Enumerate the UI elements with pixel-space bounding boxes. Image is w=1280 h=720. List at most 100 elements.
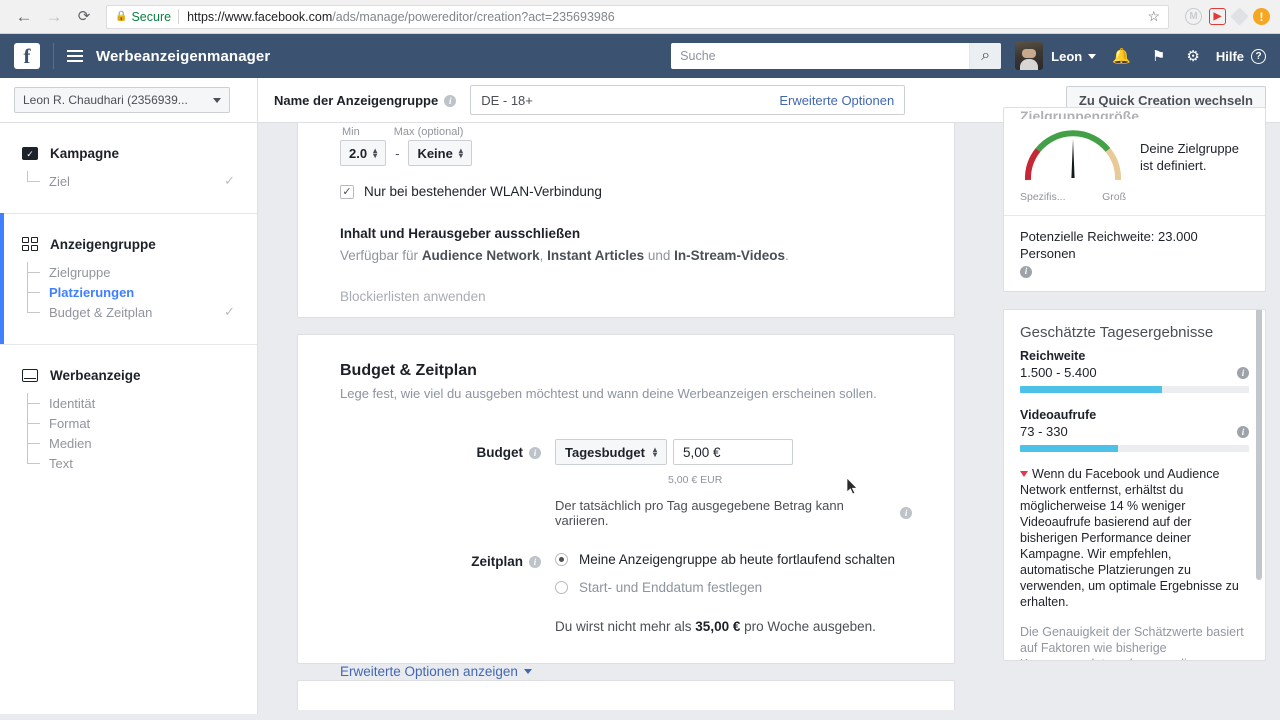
sidebar-item-label: Zielgruppe [49,264,111,280]
min-label: Min [342,126,360,138]
account-name: Leon R. Chaudhari (2356939... [23,93,188,107]
nav-items-werbeanzeige: Identität Format Medien Text [0,393,257,473]
budget-amount-input[interactable]: 5,00 € [672,439,793,465]
browser-toolbar: ← → ⟳ 🔒 Secure https://www.facebook.com /… [0,0,1280,34]
metric-name: Videoaufrufe [1020,408,1097,422]
notifications-bell-icon[interactable]: 🔔 [1112,49,1131,64]
search-input[interactable] [671,49,970,63]
schedule-option-continuous[interactable]: Meine Anzeigengruppe ab heute fortlaufen… [555,552,912,567]
nav-head-werbeanzeige[interactable]: Werbeanzeige [0,367,257,383]
sidebar-item-format[interactable]: Format [27,413,257,433]
stepper-icon: ▴ ▾ [652,445,657,459]
info-icon[interactable]: i [1237,425,1249,438]
metric-bar-fill [1020,386,1162,393]
sidebar-item-identitaet[interactable]: Identität [27,393,257,413]
schedule-option-dates[interactable]: Start- und Enddatum festlegen [555,580,912,595]
sidebar-item-label: Medien [49,435,92,451]
budget-schedule-card: Budget & Zeitplan Lege fest, wie viel du… [297,334,955,679]
audience-status-line-1: Deine Zielgruppe [1140,141,1240,156]
adset-name-label: Name der Anzeigengruppe i [274,93,457,108]
radio-button[interactable] [555,581,568,594]
sidebar-item-label: Budget & Zeitplan [49,304,153,320]
metric-value: 1.500 - 5.400 [1020,365,1097,380]
profile-menu[interactable]: Leon [1015,42,1097,70]
right-panel-scrollbar[interactable] [1256,310,1262,660]
diamond-extension-icon[interactable] [1230,7,1249,26]
schedule-field-label: Zeitplan i [340,552,555,634]
schedule-option-label: Start- und Enddatum festlegen [579,580,763,595]
nav-head-anzeigengruppe[interactable]: Anzeigengruppe [0,236,257,252]
sidebar-item-text[interactable]: Text [27,453,257,473]
facebook-logo[interactable]: f [14,43,40,69]
reload-icon[interactable]: ⟳ [70,3,98,31]
question-mark-icon: ? [1251,48,1266,64]
sidebar-item-budget-zeitplan[interactable]: Budget & Zeitplan ✓ [27,302,257,322]
advanced-options-link[interactable]: Erweiterte Optionen [779,93,894,108]
minmax-labels: Min Max (optional) [340,126,912,138]
m-extension-icon[interactable]: M [1185,8,1202,25]
forward-arrow-icon[interactable]: → [40,3,68,31]
sidebar-item-ziel[interactable]: Ziel ✓ [27,171,257,191]
back-arrow-icon[interactable]: ← [10,3,38,31]
check-icon: ✓ [224,304,235,319]
gauge-label-specific: Spezifis... [1020,191,1066,203]
info-icon[interactable]: i [1237,366,1249,379]
adset-name-input[interactable]: DE - 18+ Erweiterte Optionen [470,85,906,115]
info-icon[interactable]: i [529,447,541,459]
budget-card-title: Budget & Zeitplan [340,362,477,379]
sidebar-item-label: Ziel [49,173,70,189]
address-bar[interactable]: 🔒 Secure https://www.facebook.com/ads/ma… [106,4,1169,29]
budget-field-label: Budget i [340,439,555,528]
audience-gauge-row: Spezifis... Groß Deine Zielgruppe ist de… [1020,128,1249,203]
info-icon[interactable]: i [444,94,457,107]
audience-status-text: Deine Zielgruppe ist definiert. [1140,128,1239,174]
sidebar-item-platzierungen[interactable]: Platzierungen [27,282,257,302]
placements-card: Min Max (optional) 2.0 ▴▾ - Keine ▴▾ ✓ [297,123,955,318]
radio-button[interactable] [555,553,568,566]
metric-bar-track [1020,386,1249,393]
range-dash: - [395,145,400,161]
wifi-only-checkbox-row[interactable]: ✓ Nur bei bestehender WLAN-Verbindung [340,184,912,199]
settings-gear-icon[interactable]: ⚙ [1186,49,1199,64]
estimated-results-title: Geschätzte Tagesergebnisse [1020,324,1214,341]
max-duration-value: Keine [417,145,453,161]
estimates-accuracy-note: Die Genauigkeit der Schätzwerte basiert … [1020,625,1244,660]
metric-reichweite: Reichweite 1.500 - 5.400 i [1020,349,1249,393]
flag-icon[interactable]: ⚑ [1152,49,1165,64]
hamburger-menu-icon[interactable] [67,50,83,62]
audience-size-card: Zielgruppengröße Spezifis... Groß Deine … [1003,107,1266,292]
red-box-extension-icon[interactable]: ▶ [1209,8,1226,25]
budget-variation-note: Der tatsächlich pro Tag ausgegebene Betr… [555,498,912,528]
chevron-down-icon [213,97,221,103]
blocklists-link[interactable]: Blockierlisten anwenden [340,289,912,304]
sidebar-item-medien[interactable]: Medien [27,433,257,453]
audience-size-title: Zielgruppengröße [1020,108,1139,119]
info-icon[interactable]: i [1020,265,1032,278]
wifi-only-checkbox[interactable]: ✓ [340,184,354,199]
nav-group-kampagne: Kampagne Ziel ✓ [0,123,257,213]
account-cell: Leon R. Chaudhari (2356939... [0,78,258,122]
schedule-field-row: Zeitplan i Meine Anzeigengruppe ab heute … [340,552,912,634]
metric-value-row: 73 - 330 i [1020,424,1249,439]
budget-type-select[interactable]: Tagesbudget ▴ ▾ [555,439,667,465]
sidebar-item-zielgruppe[interactable]: Zielgruppe [27,262,257,282]
help-menu[interactable]: Hilfe ? [1216,48,1266,64]
search-icon[interactable]: ⌕ [969,43,1002,69]
estimated-results-card: Geschätzte Tagesergebnisse Reichweite 1.… [1003,309,1266,661]
min-duration-select[interactable]: 2.0 ▴ ▾ [340,140,387,166]
nav-head-kampagne[interactable]: Kampagne [0,145,257,161]
show-advanced-options-label: Erweiterte Optionen anzeigen [340,664,518,679]
info-icon[interactable]: i [529,556,541,568]
profile-name: Leon [1051,48,1083,64]
max-duration-select[interactable]: Keine ▴ ▾ [408,140,472,166]
show-advanced-options-toggle[interactable]: Erweiterte Optionen anzeigen [340,664,532,679]
orange-alert-extension-icon[interactable]: ! [1253,8,1270,25]
left-navigation: Kampagne Ziel ✓ Anzeigengruppe Zielgrupp… [0,123,258,714]
star-icon[interactable]: ☆ [1141,8,1160,25]
account-selector[interactable]: Leon R. Chaudhari (2356939... [14,87,230,113]
scrollbar-thumb[interactable] [1256,310,1262,580]
metric-bar-fill [1020,445,1119,452]
search-box[interactable]: ⌕ [671,43,1002,69]
app-header: f Werbeanzeigenmanager ⌕ Leon 🔔 ⚑ ⚙ Hilf… [0,34,1280,78]
info-icon[interactable]: i [900,507,912,519]
